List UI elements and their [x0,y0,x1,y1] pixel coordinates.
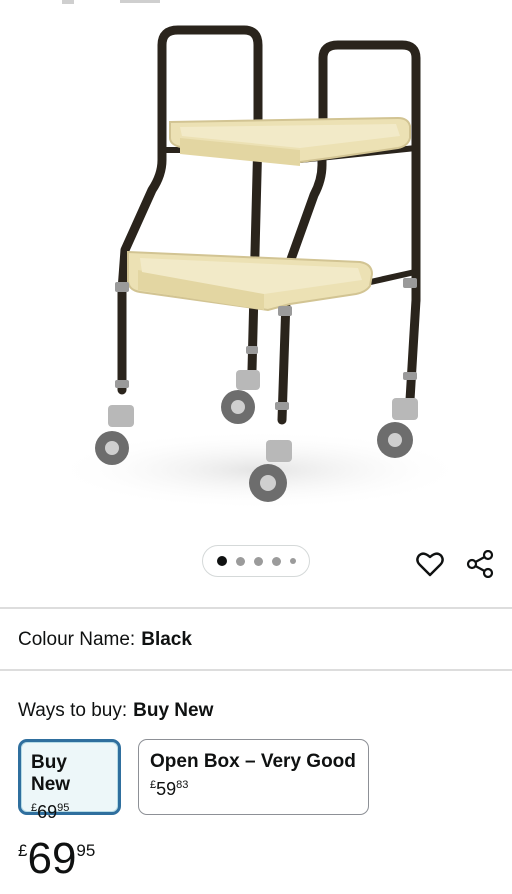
divider [0,607,512,609]
price-whole: 59 [156,779,177,799]
price-fraction: 83 [176,779,189,791]
pager-dot-4[interactable] [271,556,281,566]
pager-dot-2[interactable] [235,556,245,566]
colour-row: Colour Name: Black [18,629,192,651]
colour-value: Black [141,629,192,650]
pager-dot-3[interactable] [253,556,263,566]
heart-outline-icon [416,552,444,577]
product-price: £ 69 95 [18,835,95,883]
ways-to-buy-value: Buy New [133,700,214,721]
buy-option-open-box[interactable]: Open Box – Very Good £ 59 83 [138,739,369,815]
divider [0,669,512,671]
buy-option-price: £ 69 95 [31,802,108,822]
price-whole: 69 [27,834,77,883]
buy-option-price: £ 59 83 [150,779,357,799]
pager-dot-1[interactable] [216,556,227,566]
ways-to-buy-row: Ways to buy: Buy New [18,700,213,722]
price-whole: 69 [37,802,58,822]
price-fraction: 95 [76,841,96,860]
buy-option-new[interactable]: Buy New £ 69 95 [18,739,121,822]
pager-dot-5[interactable] [289,558,296,564]
price-fraction: 95 [57,802,70,814]
ways-to-buy-label: Ways to buy: [18,700,128,721]
price-currency: £ [18,841,28,860]
buy-option-label: Open Box – Very Good [150,751,356,772]
wishlist-button[interactable] [414,548,446,580]
share-button[interactable] [464,548,496,580]
image-pager[interactable] [202,545,310,577]
product-image[interactable] [0,0,512,540]
buy-option-label: Buy New [31,752,71,795]
share-icon [466,550,494,578]
trolley-illustration [50,0,470,510]
colour-label: Colour Name: [18,629,136,650]
